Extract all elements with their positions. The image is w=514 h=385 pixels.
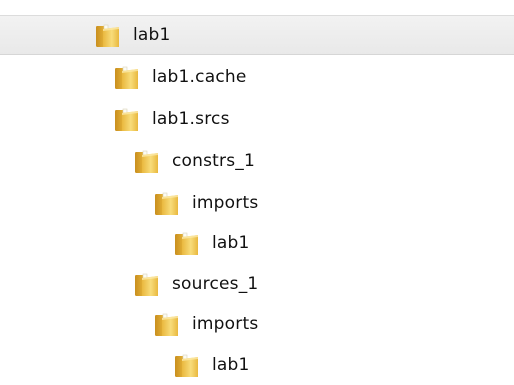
- folder-icon: [114, 65, 140, 90]
- tree-item-sources-imports-lab1[interactable]: lab1: [0, 345, 514, 385]
- tree-item-sources-1[interactable]: sources_1: [0, 264, 514, 304]
- folder-icon: [134, 272, 160, 297]
- folder-tree: lab1 lab1.cache lab1.srcs constrs_1 impo…: [0, 0, 514, 383]
- tree-item-label: sources_1: [172, 274, 259, 294]
- tree-item-lab1[interactable]: lab1: [0, 15, 514, 55]
- folder-icon: [174, 231, 200, 256]
- folder-icon: [114, 107, 140, 132]
- tree-item-sources-imports[interactable]: imports: [0, 304, 514, 344]
- folder-icon: [154, 312, 180, 337]
- tree-item-label: imports: [192, 314, 259, 334]
- tree-item-constrs-1[interactable]: constrs_1: [0, 141, 514, 181]
- tree-item-label: lab1: [212, 355, 250, 375]
- folder-icon: [134, 149, 160, 174]
- tree-item-constrs-imports-lab1[interactable]: lab1: [0, 223, 514, 263]
- folder-icon: [95, 23, 121, 48]
- tree-item-label: lab1.cache: [152, 67, 247, 87]
- tree-item-constrs-imports[interactable]: imports: [0, 183, 514, 223]
- tree-item-label: imports: [192, 193, 259, 213]
- tree-item-label: lab1.srcs: [152, 109, 230, 129]
- folder-icon: [154, 191, 180, 216]
- tree-item-label: constrs_1: [172, 151, 256, 171]
- folder-icon: [174, 353, 200, 378]
- tree-item-lab1-cache[interactable]: lab1.cache: [0, 57, 514, 97]
- tree-item-label: lab1: [133, 25, 171, 45]
- tree-item-label: lab1: [212, 233, 250, 253]
- tree-item-lab1-srcs[interactable]: lab1.srcs: [0, 99, 514, 139]
